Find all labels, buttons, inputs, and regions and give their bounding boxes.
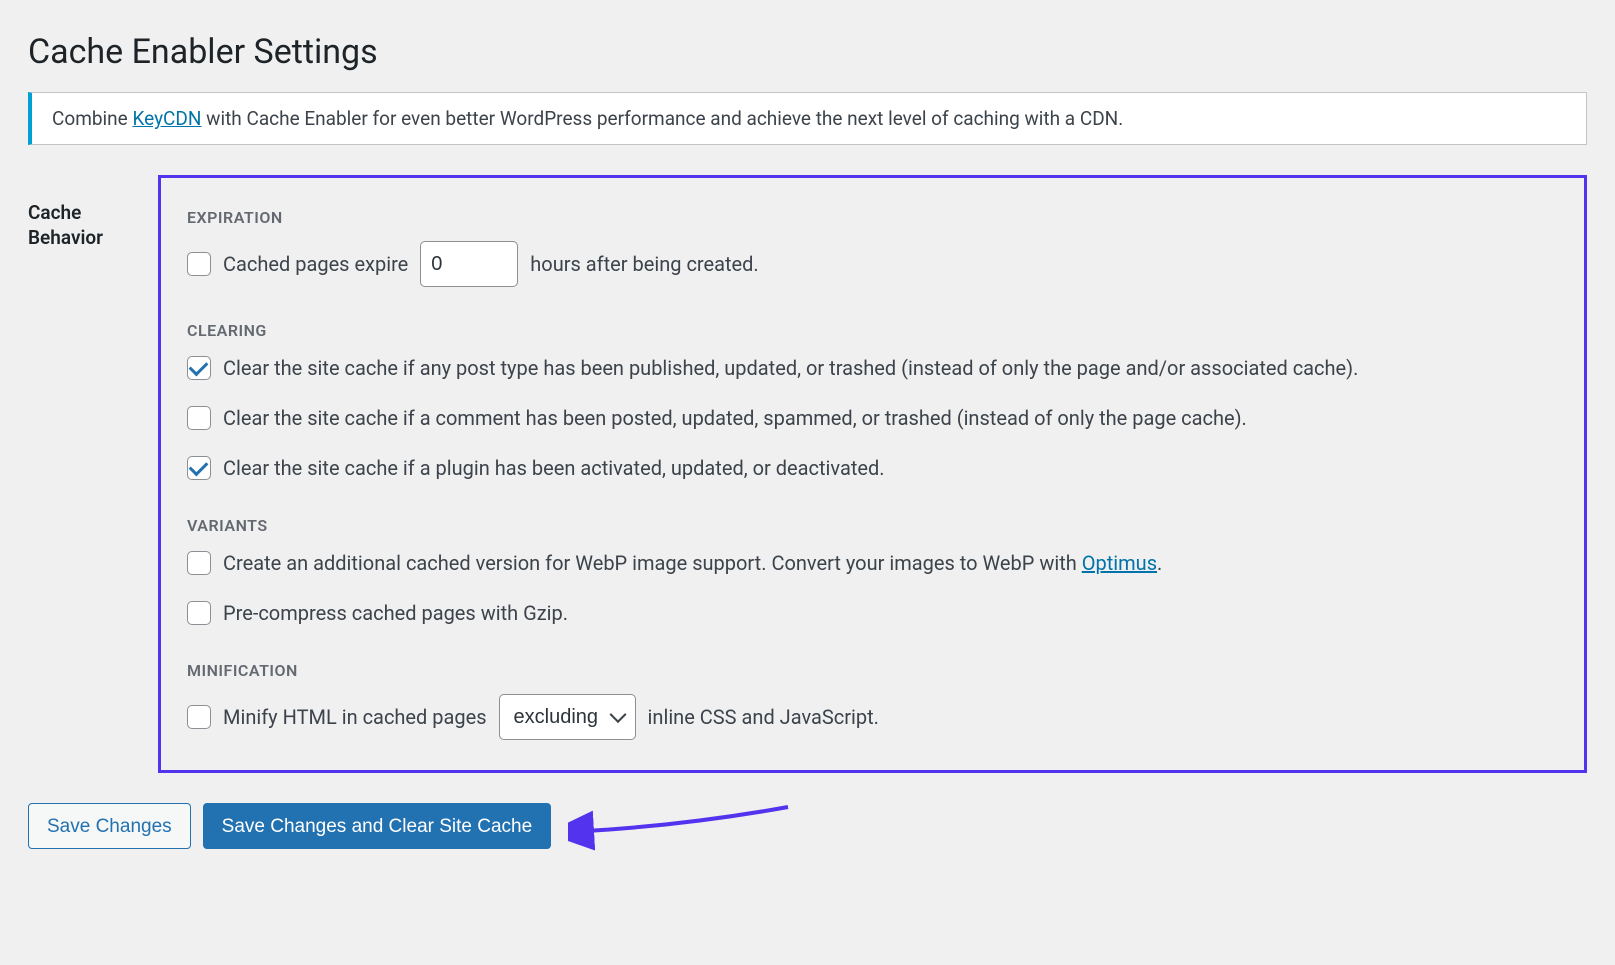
notice-text-post: with Cache Enabler for even better WordP… <box>201 107 1123 130</box>
clearing-checkbox-plugin[interactable] <box>187 456 211 480</box>
variants-checkbox-gzip[interactable] <box>187 601 211 625</box>
clearing-label-comment: Clear the site cache if a comment has be… <box>223 404 1247 432</box>
optimus-link[interactable]: Optimus <box>1082 551 1157 575</box>
minification-label-post: inline CSS and JavaScript. <box>648 703 879 731</box>
variants-checkbox-webp[interactable] <box>187 551 211 575</box>
minification-select[interactable]: excluding <box>499 694 636 740</box>
clearing-heading: CLEARING <box>187 321 1558 340</box>
clearing-checkbox-post-type[interactable] <box>187 356 211 380</box>
save-changes-button[interactable]: Save Changes <box>28 803 191 849</box>
expiration-hours-input[interactable] <box>420 241 518 287</box>
variants-webp-label: Create an additional cached version for … <box>223 549 1162 577</box>
section-label: Cache Behavior <box>28 175 158 773</box>
minification-label-pre: Minify HTML in cached pages <box>223 703 487 731</box>
clearing-label-plugin: Clear the site cache if a plugin has bee… <box>223 454 885 482</box>
notice-box: Combine KeyCDN with Cache Enabler for ev… <box>28 92 1587 145</box>
clearing-label-post-type: Clear the site cache if any post type ha… <box>223 354 1358 382</box>
cache-behavior-settings-box: EXPIRATION Cached pages expire hours aft… <box>158 175 1587 773</box>
save-and-clear-cache-button[interactable]: Save Changes and Clear Site Cache <box>203 803 552 849</box>
expiration-label-pre: Cached pages expire <box>223 250 408 278</box>
keycdn-link[interactable]: KeyCDN <box>132 107 201 130</box>
minification-checkbox[interactable] <box>187 705 211 729</box>
variants-heading: VARIANTS <box>187 516 1558 535</box>
minification-section: MINIFICATION Minify HTML in cached pages… <box>187 661 1558 740</box>
notice-text-pre: Combine <box>52 107 132 130</box>
expiration-label-post: hours after being created. <box>530 250 758 278</box>
variants-gzip-label: Pre-compress cached pages with Gzip. <box>223 599 568 627</box>
clearing-section: CLEARING Clear the site cache if any pos… <box>187 321 1558 482</box>
page-title: Cache Enabler Settings <box>28 10 1587 92</box>
minification-heading: MINIFICATION <box>187 661 1558 680</box>
clearing-checkbox-comment[interactable] <box>187 406 211 430</box>
variants-section: VARIANTS Create an additional cached ver… <box>187 516 1558 627</box>
expiration-checkbox[interactable] <box>187 252 211 276</box>
expiration-section: EXPIRATION Cached pages expire hours aft… <box>187 208 1558 287</box>
expiration-heading: EXPIRATION <box>187 208 1558 227</box>
annotation-arrow-icon <box>568 795 798 855</box>
